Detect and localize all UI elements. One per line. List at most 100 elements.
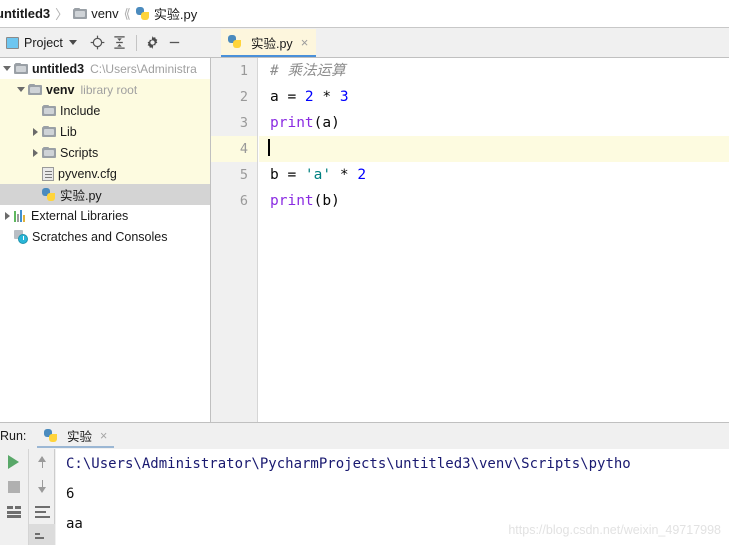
tree-twisty[interactable] [28,142,42,163]
tree-row[interactable]: Scripts [0,142,210,163]
tree-twisty[interactable] [28,121,42,142]
tree-row[interactable]: Scratches and Consoles [0,226,210,247]
console-output[interactable]: C:\Users\Administrator\PycharmProjects\u… [56,449,729,545]
breadcrumb-label: 实验.py [153,7,198,22]
line-number: 5 [239,167,248,183]
run-toolbar [0,449,55,545]
code-token: # 乘法运算 [270,63,346,79]
code-token: b = [270,167,305,183]
pycharm-window: untitled3 〉 venv ⟪ 实验.py Project 实验.py ×… [0,0,729,545]
tree-row[interactable]: pyvenv.cfg [0,163,210,184]
text-caret [268,139,270,156]
code-token: print [270,115,314,131]
tree-row[interactable]: untitled3 C:\Users\Administra [0,58,210,79]
toolbar-row: Project 实验.py × [0,28,729,58]
soft-wrap-icon[interactable] [29,499,55,524]
run-toolbar-right-column [28,449,55,545]
code-token: 3 [339,89,349,105]
tree-row-label: Include [60,103,101,118]
scratches-icon [14,229,28,244]
console-line: aa [66,516,83,532]
tree-row-label: Scripts [60,145,99,160]
tree-twisty[interactable] [28,100,42,121]
tree-row-sublabel: library root [80,82,138,97]
python-file-icon [42,187,56,202]
folder-icon [42,146,56,159]
tree-twisty[interactable] [0,205,14,226]
code-line[interactable]: print(b) [259,188,729,214]
tree-row-label: External Libraries [31,208,129,223]
code-token: 2 [357,167,367,183]
editor-tab-strip: 实验.py × [211,28,729,57]
tree-twisty[interactable] [28,184,42,205]
line-number: 1 [239,63,248,79]
editor-horizontal-scrollbar[interactable] [259,415,454,422]
tree-row[interactable]: Include [0,100,210,121]
run-panel: Run: 实验 × C:\Users\Administrator\Pycharm… [0,422,729,545]
tree-row-label: venv [46,82,75,97]
line-number: 4 [211,136,257,162]
line-number: 6 [239,193,248,209]
editor-tab-shiyan[interactable]: 实验.py × [221,29,317,57]
code-token: (b) [313,193,340,209]
gear-icon[interactable] [142,32,164,54]
code-token: print [270,193,314,209]
scroll-down-icon[interactable] [29,474,55,499]
tree-row-label: Lib [60,124,77,139]
close-icon[interactable]: × [301,35,309,50]
tree-row[interactable]: External Libraries [0,205,210,226]
code-line[interactable]: a = 2 * 3 [259,84,729,110]
run-icon[interactable] [0,449,27,474]
minimize-icon[interactable] [164,32,186,54]
breadcrumb-item-venv[interactable]: venv [73,6,119,21]
code-line[interactable]: print(a) [259,110,729,136]
chevron-down-icon[interactable] [68,40,77,45]
project-label: Project [24,35,63,50]
breadcrumb-label: venv [91,6,119,21]
folder-icon [28,83,42,96]
tree-row-label: 实验.py [60,189,102,203]
editor-gutter: 1 2 3 4 5 6 [211,58,258,422]
console-line: 6 [66,486,75,502]
project-tree[interactable]: untitled3 C:\Users\Administra venv library … [0,58,211,422]
cfg-file-icon [42,166,54,181]
breadcrumb-label: untitled3 [0,6,51,21]
breadcrumb-item-file[interactable]: 实验.py [135,4,198,23]
run-label: Run: [0,429,27,443]
code-token: * [313,89,340,105]
tree-row-label: pyvenv.cfg [58,166,117,181]
code-token: 'a' [304,167,332,183]
run-tab-label: 实验 [67,430,93,444]
line-number: 2 [239,89,248,105]
folder-icon [14,62,28,75]
line-number: 3 [239,115,248,131]
code-line[interactable] [259,136,729,162]
collapse-all-icon[interactable] [109,32,131,54]
run-tab-shiyan[interactable]: 实验 × [37,425,115,448]
scroll-up-icon[interactable] [29,449,55,474]
tree-row[interactable]: 实验.py [0,184,210,205]
code-token: a = [270,89,305,105]
console-line: C:\Users\Administrator\PycharmProjects\u… [66,456,631,472]
tree-twisty[interactable] [28,163,42,184]
code-area[interactable]: # 乘法运算 a = 2 * 3 print(a) b = 'a' * 2 print(… [259,58,729,422]
stop-icon[interactable] [0,474,27,499]
scroll-to-end-icon[interactable] [29,524,55,545]
external-libraries-icon [14,209,27,222]
print-icon[interactable] [0,499,27,524]
python-file-icon [44,428,58,443]
locate-icon[interactable] [87,32,109,54]
code-line[interactable]: b = 'a' * 2 [259,162,729,188]
tree-twisty[interactable] [14,79,28,100]
tree-twisty[interactable] [0,226,14,247]
run-tab-bar: Run: 实验 × [0,423,729,449]
tree-twisty[interactable] [0,58,14,79]
breadcrumb: untitled3 〉 venv ⟪ 实验.py [0,0,729,28]
code-editor[interactable]: 123456 # 乘法运算 a = 2 * 3 print(a) b = 'a' * … [211,58,729,422]
breadcrumb-separator: 〉 [55,7,69,22]
tree-row[interactable]: Lib [0,121,210,142]
breadcrumb-item-project[interactable]: untitled3 [0,6,50,21]
code-line[interactable]: # 乘法运算 [259,58,729,84]
tree-row[interactable]: venv library root [0,79,210,100]
close-icon[interactable]: × [100,429,107,443]
